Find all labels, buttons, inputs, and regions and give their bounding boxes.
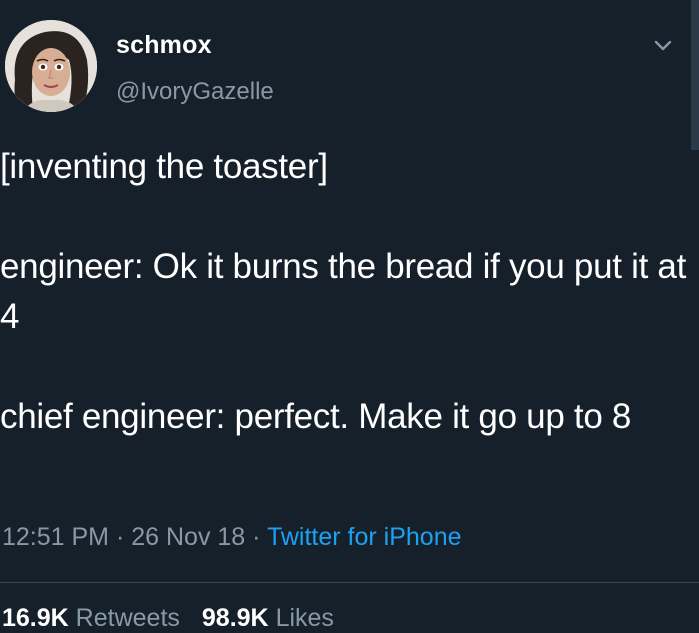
divider	[0, 582, 699, 583]
retweets-stat[interactable]: 16.9K Retweets	[2, 604, 180, 632]
tweet-paragraph: chief engineer: perfect. Make it go up t…	[0, 397, 632, 436]
retweets-label: Retweets	[75, 604, 180, 632]
chevron-down-icon-svg	[654, 40, 672, 51]
avatar[interactable]	[5, 20, 97, 112]
likes-stat[interactable]: 98.9K Likes	[202, 604, 334, 632]
likes-label: Likes	[275, 604, 334, 632]
tweet-time[interactable]: 12:51 PM	[2, 523, 109, 551]
chevron-down-icon[interactable]	[650, 36, 676, 56]
tweet-paragraph: [inventing the toaster]	[0, 147, 328, 186]
retweets-count: 16.9K	[2, 604, 69, 632]
tweet-text: [inventing the toaster] engineer: Ok it …	[0, 142, 690, 442]
tweet-card: schmox @IvoryGazelle [inventing the toas…	[0, 0, 699, 633]
tweet-date[interactable]: 26 Nov 18	[131, 523, 245, 551]
tweet-source-link[interactable]: Twitter for iPhone	[267, 523, 462, 551]
tweet-stats: 16.9K Retweets 98.9K Likes	[2, 604, 334, 633]
scrollbar[interactable]	[691, 0, 699, 150]
tweet-paragraph: engineer: Ok it burns the bread if you p…	[0, 247, 696, 336]
display-name[interactable]: schmox	[116, 31, 212, 60]
meta-separator: ·	[109, 523, 132, 551]
avatar-photo	[5, 20, 97, 112]
likes-count: 98.9K	[201, 604, 269, 632]
meta-separator: ·	[245, 523, 267, 551]
user-handle[interactable]: @IvoryGazelle	[116, 78, 274, 106]
tweet-meta: 12:51 PM · 26 Nov 18 · Twitter for iPhon…	[2, 523, 462, 552]
